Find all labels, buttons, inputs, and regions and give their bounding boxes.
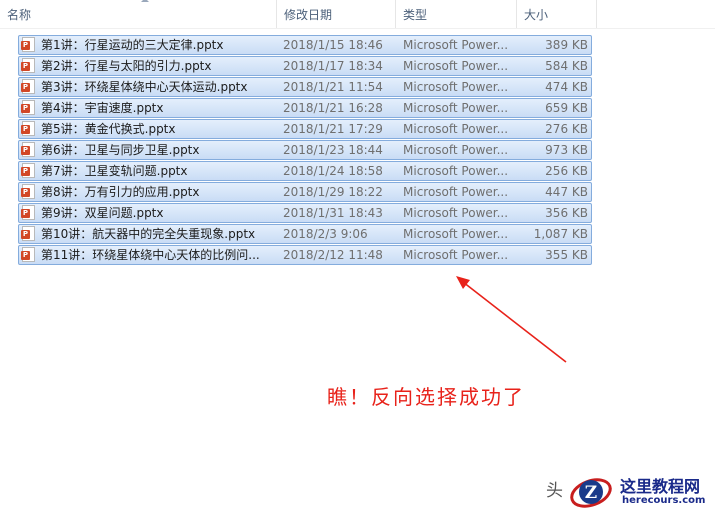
file-row[interactable]: P 第1讲：行星运动的三大定律.pptx 2018/1/15 18:46 Micros… [18, 35, 592, 55]
pptx-file-icon: P [21, 79, 35, 94]
file-size: 1,087 KB [533, 227, 588, 241]
file-name: 第8讲：万有引力的应用.pptx [41, 185, 200, 199]
file-size: 447 KB [545, 185, 588, 199]
file-size: 276 KB [545, 122, 588, 136]
z-globe-logo-icon: Z [570, 478, 612, 508]
file-type: Microsoft Power... [403, 227, 509, 241]
svg-text:Z: Z [585, 483, 597, 503]
file-row[interactable]: P 第8讲：万有引力的应用.pptx 2018/1/29 18:22 Microsof… [18, 182, 592, 202]
column-header-name-label: 名称 [7, 8, 32, 22]
pptx-file-icon: P [21, 205, 35, 220]
pptx-badge: P [21, 230, 30, 239]
file-type: Microsoft Power... [403, 206, 509, 220]
column-header-size-label: 大小 [524, 8, 549, 22]
file-row[interactable]: P 第6讲：卫星与同步卫星.pptx 2018/1/23 18:44 Microsof… [18, 140, 592, 160]
file-type: Microsoft Power... [403, 185, 509, 199]
file-size: 389 KB [545, 38, 588, 52]
file-name: 第4讲：宇宙速度.pptx [41, 101, 164, 115]
file-name: 第10讲：航天器中的完全失重现象.pptx [41, 227, 256, 241]
file-type: Microsoft Power... [403, 143, 509, 157]
file-row[interactable]: P 第11讲：环绕星体绕中心天体的比例问... 2018/2/12 11:48 Mic… [18, 245, 592, 265]
pptx-file-icon: P [21, 142, 35, 157]
file-name: 第6讲：卫星与同步卫星.pptx [41, 143, 200, 157]
file-row[interactable]: P 第5讲：黄金代换式.pptx 2018/1/21 17:29 Microsoft … [18, 119, 592, 139]
sort-ascending-icon [141, 0, 149, 2]
column-header-date-label: 修改日期 [284, 8, 333, 22]
file-name: 第2讲：行星与太阳的引力.pptx [41, 59, 212, 73]
file-date: 2018/1/21 16:28 [283, 101, 383, 115]
file-size: 256 KB [545, 164, 588, 178]
pptx-badge: P [21, 188, 30, 197]
file-date: 2018/1/24 18:58 [283, 164, 383, 178]
file-size: 973 KB [545, 143, 588, 157]
pptx-badge: P [21, 167, 30, 176]
pptx-badge: P [21, 146, 30, 155]
explorer-window: 名称 修改日期 类型 大小 P 第1讲：行星运动的三大定律.pptx 2018/1/… [0, 0, 715, 515]
pptx-badge: P [21, 104, 30, 113]
watermark-prefix: 头 [546, 481, 563, 501]
pptx-file-icon: P [21, 58, 35, 73]
pptx-badge: P [21, 83, 30, 92]
pptx-badge: P [21, 251, 30, 260]
file-type: Microsoft Power... [403, 59, 509, 73]
file-size: 356 KB [545, 206, 588, 220]
column-header-name[interactable]: 名称 [0, 0, 276, 28]
watermark-title: 这里教程网 [620, 477, 701, 496]
pptx-file-icon: P [21, 37, 35, 52]
pptx-badge: P [21, 125, 30, 134]
file-date: 2018/2/3 9:06 [283, 227, 368, 241]
file-row[interactable]: P 第9讲：双星问题.pptx 2018/1/31 18:43 Microsoft P… [18, 203, 592, 223]
file-name: 第1讲：行星运动的三大定律.pptx [41, 38, 224, 52]
file-row[interactable]: P 第10讲：航天器中的完全失重现象.pptx 2018/2/3 9:06 Micro… [18, 224, 592, 244]
file-size: 355 KB [545, 248, 588, 262]
pptx-file-icon: P [21, 163, 35, 178]
pptx-badge: P [21, 62, 30, 71]
file-type: Microsoft Power... [403, 164, 509, 178]
file-type: Microsoft Power... [403, 101, 509, 115]
file-date: 2018/1/23 18:44 [283, 143, 383, 157]
pptx-badge: P [21, 41, 30, 50]
file-type: Microsoft Power... [403, 38, 509, 52]
column-header: 名称 修改日期 类型 大小 [0, 0, 715, 29]
column-header-filler [596, 0, 715, 28]
file-row[interactable]: P 第4讲：宇宙速度.pptx 2018/1/21 16:28 Microsoft P… [18, 98, 592, 118]
annotation-text: 瞧！反向选择成功了 [327, 385, 525, 409]
pptx-badge: P [21, 209, 30, 218]
column-header-date[interactable]: 修改日期 [276, 0, 395, 28]
file-name: 第3讲：环绕星体绕中心天体运动.pptx [41, 80, 248, 94]
file-date: 2018/1/21 11:54 [283, 80, 383, 94]
column-header-size[interactable]: 大小 [516, 0, 596, 28]
file-type: Microsoft Power... [403, 80, 509, 94]
pptx-file-icon: P [21, 100, 35, 115]
watermark-url: herecours.com [622, 495, 706, 506]
file-name: 第5讲：黄金代换式.pptx [41, 122, 176, 136]
file-date: 2018/1/17 18:34 [283, 59, 383, 73]
column-header-type[interactable]: 类型 [395, 0, 516, 28]
file-date: 2018/1/31 18:43 [283, 206, 383, 220]
pptx-file-icon: P [21, 121, 35, 136]
file-date: 2018/2/12 11:48 [283, 248, 383, 262]
pptx-file-icon: P [21, 226, 35, 241]
file-list: P 第1讲：行星运动的三大定律.pptx 2018/1/15 18:46 Micros… [18, 35, 592, 266]
column-header-type-label: 类型 [403, 8, 428, 22]
file-size: 659 KB [545, 101, 588, 115]
file-date: 2018/1/21 17:29 [283, 122, 383, 136]
file-size: 474 KB [545, 80, 588, 94]
file-date: 2018/1/15 18:46 [283, 38, 383, 52]
file-name: 第9讲：双星问题.pptx [41, 206, 164, 220]
file-type: Microsoft Power... [403, 248, 509, 262]
pptx-file-icon: P [21, 184, 35, 199]
file-name: 第11讲：环绕星体绕中心天体的比例问... [41, 248, 260, 262]
file-row[interactable]: P 第2讲：行星与太阳的引力.pptx 2018/1/17 18:34 Microso… [18, 56, 592, 76]
file-size: 584 KB [545, 59, 588, 73]
file-row[interactable]: P 第7讲：卫星变轨问题.pptx 2018/1/24 18:58 Microsoft… [18, 161, 592, 181]
pptx-file-icon: P [21, 247, 35, 262]
file-date: 2018/1/29 18:22 [283, 185, 383, 199]
file-name: 第7讲：卫星变轨问题.pptx [41, 164, 188, 178]
file-row[interactable]: P 第3讲：环绕星体绕中心天体运动.pptx 2018/1/21 11:54 Micr… [18, 77, 592, 97]
file-type: Microsoft Power... [403, 122, 509, 136]
